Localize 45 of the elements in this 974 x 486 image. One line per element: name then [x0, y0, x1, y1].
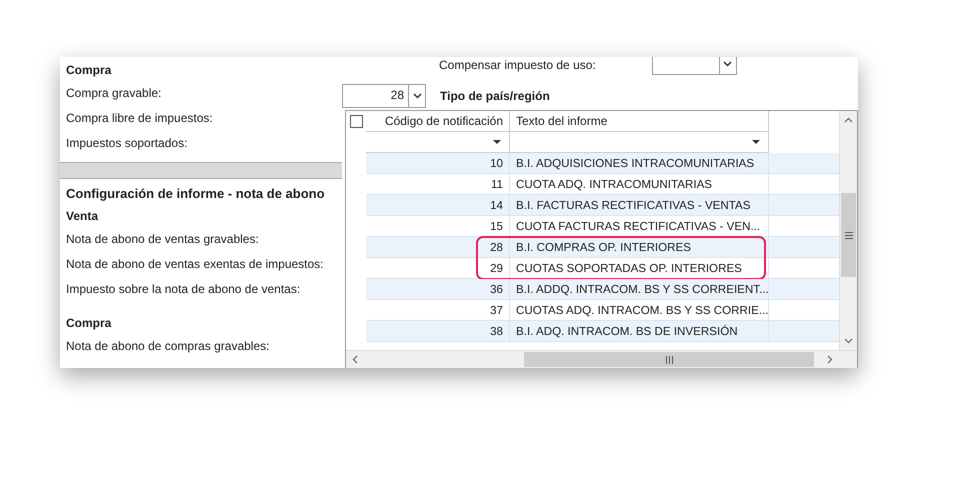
field-label: Compra gravable:: [65, 85, 162, 102]
report-text-cell: B.I. COMPRAS OP. INTERIORES: [510, 237, 769, 258]
dropdown-triangle-icon[interactable]: [493, 140, 501, 144]
chevron-down-icon: [723, 61, 732, 67]
section-heading: Venta: [65, 208, 100, 225]
field-label: Nota de abono de ventas exentas de impuestos:: [65, 256, 325, 273]
chevron-left-icon[interactable]: [352, 355, 358, 364]
chevron-down-icon: [412, 92, 422, 98]
code-cell: 28: [366, 237, 510, 258]
field-label: Compensar impuesto de uso:: [439, 57, 596, 73]
table-row[interactable]: 28 B.I. COMPRAS OP. INTERIORES: [366, 237, 839, 258]
report-text-cell: B.I. ADQ. INTRACOM. BS DE INVERSIÓN: [510, 321, 769, 342]
code-dropdown[interactable]: 28: [342, 84, 426, 108]
field-label: Impuestos soportados:: [65, 135, 188, 152]
section-heading: Compra: [65, 62, 112, 79]
dropdown-triangle-icon[interactable]: [752, 140, 760, 144]
report-text-cell: B.I. FACTURAS RECTIFICATIVAS - VENTAS: [510, 195, 769, 216]
select-all-checkbox[interactable]: [350, 115, 362, 128]
field-label: Compra libre de impuestos:: [65, 110, 214, 127]
table-row[interactable]: 10 B.I. ADQUISICIONES INTRACOMUNITARIAS: [366, 153, 839, 174]
horizontal-scrollbar[interactable]: [346, 350, 857, 368]
section-heading: Compra: [65, 315, 112, 332]
code-cell: 14: [366, 195, 510, 216]
column-header[interactable]: Código de notificación: [366, 111, 510, 132]
field-label: Nota de abono de compras gravables:: [65, 338, 270, 355]
grip-icon: [844, 232, 852, 238]
chevron-right-icon[interactable]: [827, 355, 833, 364]
code-cell: 10: [366, 153, 510, 174]
table-row[interactable]: 38 B.I. ADQ. INTRACOM. BS DE INVERSIÓN: [366, 321, 839, 342]
field-label: Nota de abono de ventas gravables:: [65, 231, 260, 248]
table-row[interactable]: 14 B.I. FACTURAS RECTIFICATIVAS - VENTAS: [366, 195, 839, 216]
section-title: Configuración de informe - nota de abono: [65, 185, 326, 203]
chevron-up-icon[interactable]: [844, 117, 853, 123]
report-text-cell: B.I. ADQUISICIONES INTRACOMUNITARIAS: [510, 153, 769, 174]
grip-icon: [666, 356, 672, 364]
vertical-scrollbar[interactable]: [839, 111, 857, 350]
use-tax-dropdown[interactable]: [652, 57, 737, 75]
code-cell: 38: [366, 321, 510, 342]
column-header[interactable]: Texto del informe: [510, 111, 769, 132]
section-title: Tipo de país/región: [440, 88, 550, 102]
code-cell: 36: [366, 279, 510, 300]
table-row[interactable]: 36 B.I. ADDQ. INTRACOM. BS Y SS CORREIENT...: [366, 279, 839, 300]
report-text-cell: B.I. ADDQ. INTRACOM. BS Y SS CORREIENT...: [510, 279, 769, 300]
chevron-down-icon[interactable]: [844, 338, 853, 344]
field-label: Impuesto sobre la nota de abono de ventas:: [65, 281, 302, 298]
